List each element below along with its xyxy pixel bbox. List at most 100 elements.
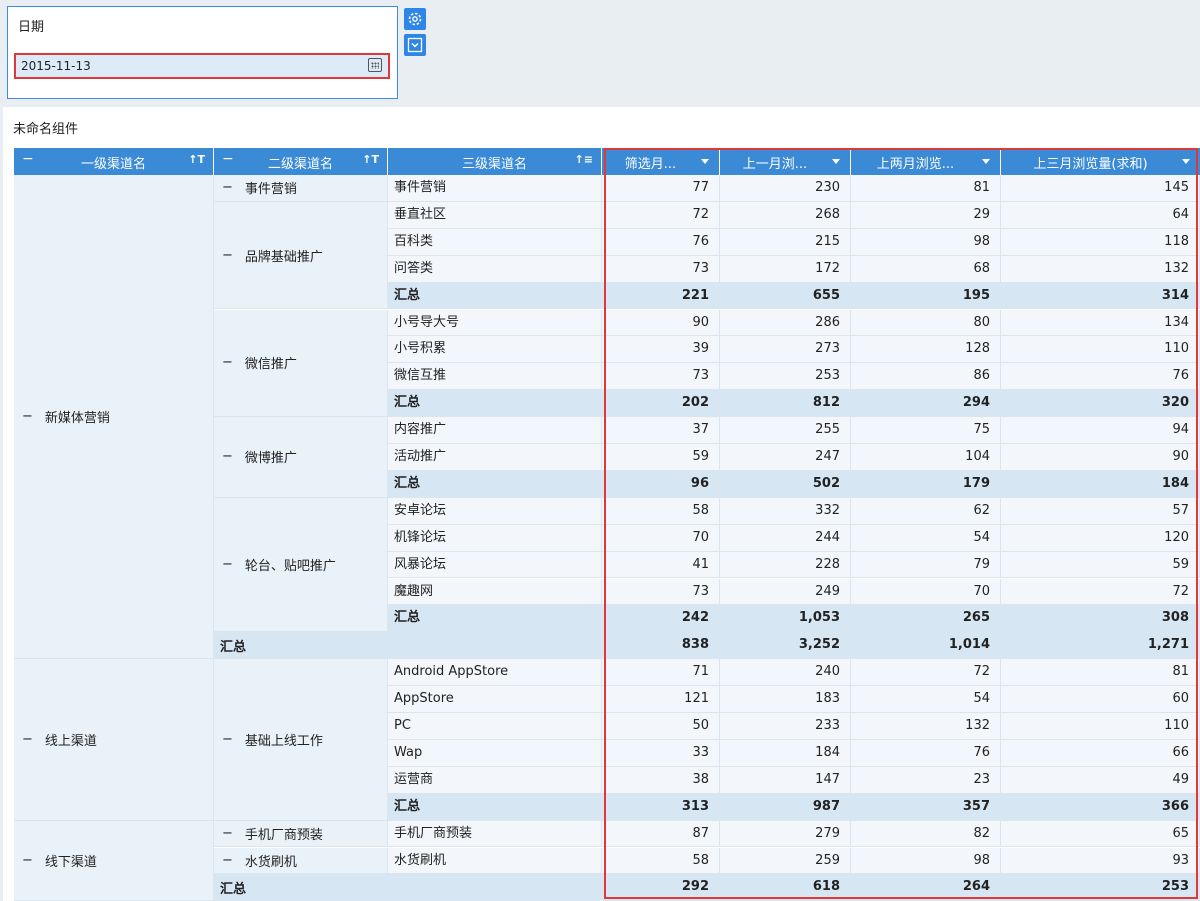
value-cell: 77 bbox=[602, 175, 720, 202]
value-cell: 145 bbox=[1001, 175, 1200, 202]
level3-cell: 运营商 bbox=[388, 766, 602, 794]
collapse-minus-icon[interactable]: − bbox=[222, 826, 233, 841]
collapse-minus-icon[interactable]: − bbox=[22, 732, 33, 747]
collapse-minus-icon[interactable]: − bbox=[222, 248, 233, 263]
header-metric4[interactable]: 上三月浏览量(求和) bbox=[1001, 148, 1200, 175]
header-metric3[interactable]: 上两月浏览... bbox=[851, 148, 1001, 175]
value-cell: 172 bbox=[720, 255, 851, 283]
level1-label: 新媒体营销 bbox=[44, 411, 110, 427]
level1-group: − 线上渠道 bbox=[14, 659, 214, 821]
level3-cell: 风暴论坛 bbox=[388, 551, 602, 579]
collapse-minus-icon[interactable]: − bbox=[222, 853, 233, 868]
subtotal-label-cell: 汇总 bbox=[214, 632, 602, 660]
value-cell: 90 bbox=[602, 309, 720, 337]
value-cell: 76 bbox=[1001, 363, 1200, 391]
value-cell: 121 bbox=[602, 686, 720, 713]
level1-group: − 新媒体营销 bbox=[14, 175, 214, 660]
collapse-minus-icon[interactable]: − bbox=[222, 557, 233, 572]
value-cell: 79 bbox=[851, 551, 1001, 579]
value-cell: 242 bbox=[602, 605, 720, 633]
header-level1[interactable]: − 一级渠道名 ↑T bbox=[14, 148, 214, 175]
level2-group: − 轮台、贴吧推广 bbox=[214, 497, 388, 633]
value-cell: 147 bbox=[720, 766, 851, 794]
component-panel: 未命名组件 − 一级渠道名 ↑T − 二级渠道名 ↑T 三级渠道名 ↑≡ 筛选月… bbox=[3, 107, 1200, 901]
value-cell: 128 bbox=[851, 336, 1001, 364]
level1-group: − 线下渠道 bbox=[14, 820, 214, 901]
value-cell: 132 bbox=[851, 713, 1001, 740]
settings-button[interactable] bbox=[404, 8, 426, 30]
value-cell: 233 bbox=[720, 713, 851, 740]
collapse-minus-icon[interactable]: − bbox=[222, 732, 233, 747]
collapse-minus-icon[interactable]: − bbox=[222, 355, 233, 370]
value-cell: 183 bbox=[720, 686, 851, 713]
collapse-minus-icon[interactable]: − bbox=[222, 180, 233, 195]
value-cell: 265 bbox=[851, 605, 1001, 633]
dropdown-caret-icon[interactable] bbox=[982, 159, 990, 164]
value-cell: 64 bbox=[1001, 201, 1200, 229]
value-cell: 72 bbox=[602, 201, 720, 229]
gear-icon bbox=[408, 12, 422, 26]
value-cell: 1,053 bbox=[720, 605, 851, 633]
dropdown-caret-icon[interactable] bbox=[701, 159, 709, 164]
value-cell: 279 bbox=[720, 820, 851, 848]
subtotal-label-cell: 汇总 bbox=[214, 874, 602, 901]
date-value: 2015-11-13 bbox=[21, 59, 91, 73]
level3-cell: 百科类 bbox=[388, 228, 602, 256]
value-cell: 49 bbox=[1001, 766, 1200, 794]
value-cell: 308 bbox=[1001, 605, 1200, 633]
value-cell: 3,252 bbox=[720, 632, 851, 660]
value-cell: 313 bbox=[602, 793, 720, 821]
collapse-minus-icon[interactable]: − bbox=[22, 853, 33, 868]
value-cell: 320 bbox=[1001, 390, 1200, 418]
collapse-minus-icon[interactable]: − bbox=[22, 409, 33, 424]
value-cell: 294 bbox=[851, 390, 1001, 418]
value-cell: 76 bbox=[602, 228, 720, 256]
value-cell: 98 bbox=[851, 847, 1001, 875]
level3-cell: 魔趣网 bbox=[388, 578, 602, 606]
level3-cell: Wap bbox=[388, 739, 602, 767]
value-cell: 249 bbox=[720, 578, 851, 606]
level1-label: 线上渠道 bbox=[44, 733, 97, 749]
value-cell: 81 bbox=[1001, 659, 1200, 687]
value-cell: 54 bbox=[851, 686, 1001, 713]
level2-group: − 微博推广 bbox=[214, 417, 388, 498]
level2-group: − 事件营销 bbox=[214, 175, 388, 202]
sort-icon[interactable]: ↑T bbox=[188, 153, 205, 166]
date-input[interactable]: 2015-11-13 bbox=[14, 53, 390, 79]
level3-cell: 水货刷机 bbox=[388, 847, 602, 875]
header-level3[interactable]: 三级渠道名 ↑≡ bbox=[388, 148, 602, 175]
sort-icon[interactable]: ↑≡ bbox=[575, 153, 593, 166]
dropdown-caret-icon[interactable] bbox=[832, 159, 840, 164]
level2-label: 微信推广 bbox=[244, 357, 297, 373]
header-level2[interactable]: − 二级渠道名 ↑T bbox=[214, 148, 388, 175]
value-cell: 72 bbox=[1001, 578, 1200, 606]
level2-label: 品牌基础推广 bbox=[244, 249, 323, 265]
header-metric1[interactable]: 筛选月... bbox=[602, 148, 720, 175]
collapse-button[interactable] bbox=[404, 34, 426, 56]
level3-cell: 小号积累 bbox=[388, 336, 602, 364]
value-cell: 255 bbox=[720, 417, 851, 444]
value-cell: 94 bbox=[1001, 417, 1200, 444]
calendar-icon[interactable] bbox=[368, 58, 382, 72]
dropdown-caret-icon[interactable] bbox=[1182, 159, 1190, 164]
subtotal-label-cell: 汇总 bbox=[388, 793, 602, 821]
value-cell: 104 bbox=[851, 444, 1001, 471]
value-cell: 195 bbox=[851, 282, 1001, 310]
level3-cell: 事件营销 bbox=[388, 175, 602, 202]
value-cell: 184 bbox=[1001, 470, 1200, 498]
value-cell: 184 bbox=[720, 739, 851, 767]
value-cell: 57 bbox=[1001, 497, 1200, 525]
collapse-minus-icon[interactable]: − bbox=[222, 449, 233, 464]
value-cell: 58 bbox=[602, 847, 720, 875]
value-cell: 118 bbox=[1001, 228, 1200, 256]
value-cell: 230 bbox=[720, 175, 851, 202]
value-cell: 58 bbox=[602, 497, 720, 525]
sort-icon[interactable]: ↑T bbox=[362, 153, 379, 166]
value-cell: 70 bbox=[851, 578, 1001, 606]
level2-label: 微博推广 bbox=[244, 451, 297, 467]
value-cell: 240 bbox=[720, 659, 851, 687]
value-cell: 39 bbox=[602, 336, 720, 364]
header-metric2[interactable]: 上一月浏... bbox=[720, 148, 851, 175]
value-cell: 132 bbox=[1001, 255, 1200, 283]
level3-cell: 机锋论坛 bbox=[388, 524, 602, 552]
